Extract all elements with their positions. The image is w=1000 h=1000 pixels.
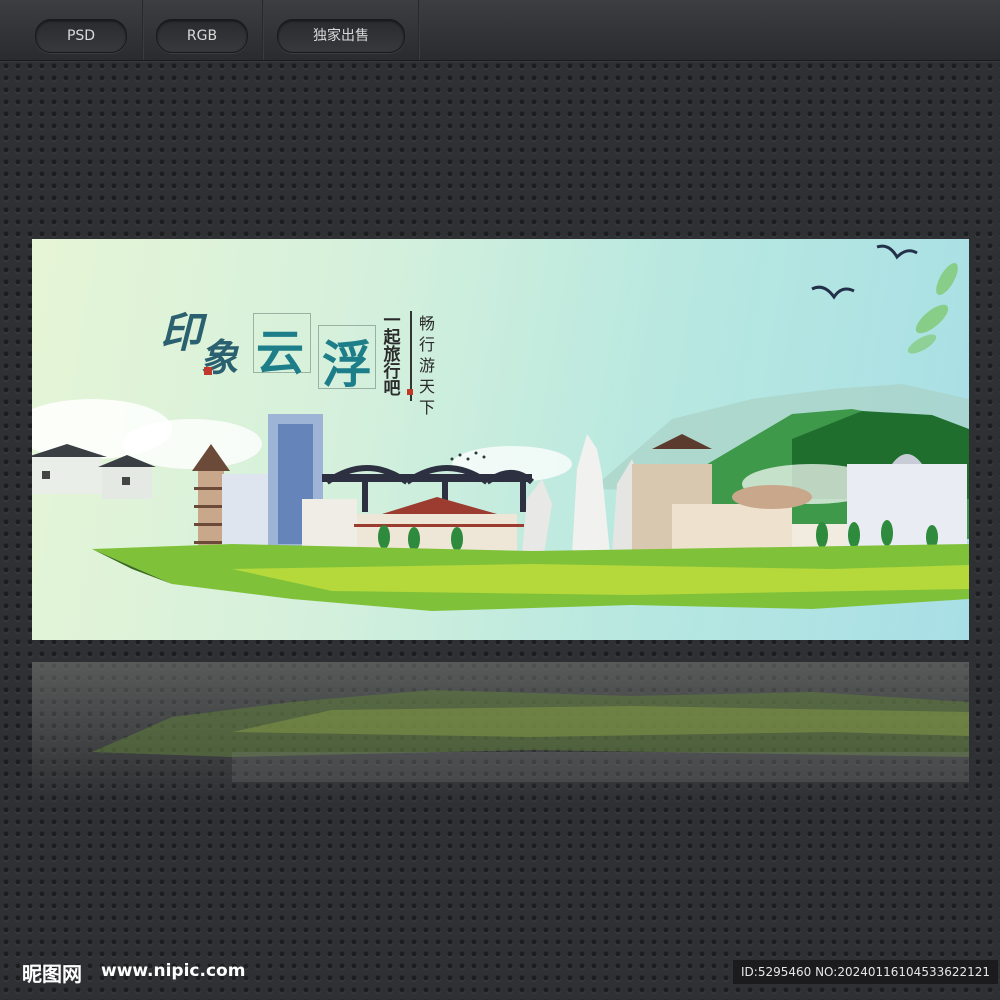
slogan-char: 游 [418, 356, 435, 375]
seal-mark [204, 367, 212, 375]
seal-mark [407, 389, 413, 395]
subtitle-char: 吧 [383, 379, 401, 399]
exclusive-sale-tag-button[interactable]: 独家出售 [277, 19, 405, 53]
toolbar-divider [262, 0, 264, 60]
reflection-scenery [92, 690, 969, 782]
toolbar-divider [418, 0, 420, 60]
divider-line [410, 311, 412, 401]
banner-preview: 印 象 云 浮 一 起 旅 行 吧 畅 行 游 天 下 [32, 239, 969, 640]
title-char: 云 [256, 325, 305, 381]
image-id-label: ID:5295460 NO:20240116104533622121 [733, 960, 999, 984]
swallow-icon [811, 285, 855, 300]
site-logo[interactable]: 昵图网 [22, 958, 82, 987]
psd-tag-button[interactable]: PSD [35, 19, 127, 53]
slogan-char: 天 [418, 377, 435, 396]
slogan-char: 下 [418, 398, 435, 417]
slogan-char: 畅 [418, 314, 435, 333]
toolbar: PSD RGB 独家出售 [0, 0, 1000, 61]
title-char: 浮 [322, 335, 372, 394]
slogan-column: 畅 行 游 天 下 [416, 313, 438, 423]
toolbar-divider [142, 0, 144, 60]
title-char: 印 [160, 308, 203, 357]
rgb-tag-button[interactable]: RGB [156, 19, 248, 53]
swallow-icon [876, 244, 918, 260]
subtitle-column: 一 起 旅 行 吧 [380, 313, 408, 399]
slogan-char: 行 [418, 335, 435, 354]
banner-reflection [32, 662, 969, 802]
site-url-link[interactable]: www.nipic.com [101, 961, 245, 981]
